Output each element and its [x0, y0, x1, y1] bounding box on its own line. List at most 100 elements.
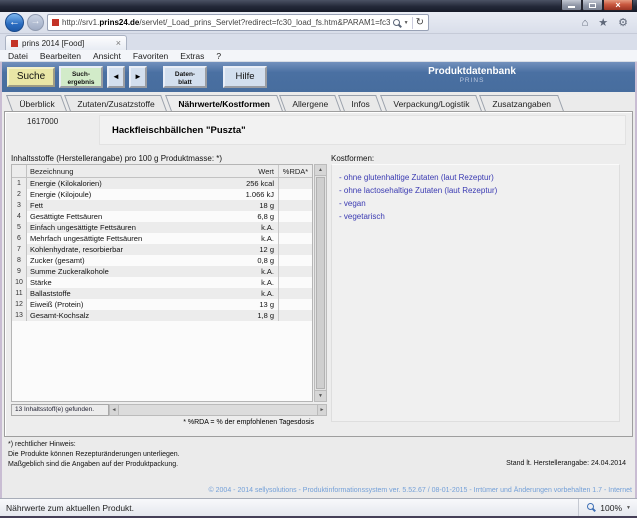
next-icon: ► — [134, 72, 142, 81]
product-name: Hackfleischbällchen "Puszta" — [100, 116, 625, 136]
tab-zutaten-zusatzstoffe[interactable]: Zutaten/Zusatzstoffe — [65, 95, 168, 111]
table-row[interactable]: 10Stärkek.A. — [12, 277, 312, 288]
table-row[interactable]: 12Eiweiß (Protein)13 g — [12, 299, 312, 310]
app-title: Produktdatenbank — [342, 66, 602, 77]
nutrition-heading: Inhaltsstoffe (Herstellerangabe) pro 100… — [11, 154, 222, 163]
copyright-line: © 2004 - 2014 sellysolutions - Produktin… — [209, 487, 632, 494]
menu-hilfe[interactable]: ? — [212, 51, 229, 61]
next-record-button[interactable]: ► — [129, 66, 147, 88]
scroll-left-icon[interactable]: ◄ — [109, 404, 119, 416]
tab-allergene[interactable]: Allergene — [280, 95, 342, 111]
legal-line-2: Die Produkte können Rezepturänderungen u… — [8, 450, 180, 460]
table-status: 13 Inhaltsstoff(e) gefunden. — [11, 404, 109, 416]
scrollbar-track[interactable] — [119, 404, 317, 416]
zoom-control[interactable]: 100% ▼ — [578, 499, 631, 516]
kostformen-heading: Kostformen: — [331, 154, 374, 163]
app-title-block: Produktdatenbank PRINS — [342, 66, 602, 84]
tab-naehrwerte-kostformen[interactable]: Nährwerte/Kostformen — [165, 95, 282, 111]
tab-zusatzangaben[interactable]: Zusatzangaben — [479, 95, 563, 111]
tab-verpackung-logistik[interactable]: Verpackung/Logistik — [380, 95, 482, 111]
zoom-magnifier-icon — [587, 503, 596, 512]
refresh-icon[interactable]: ↻ — [416, 18, 424, 28]
site-favicon-icon — [52, 19, 59, 26]
back-icon: ← — [9, 16, 20, 28]
table-row[interactable]: 7Kohlenhydrate, resorbierbar12 g — [12, 244, 312, 255]
browser-nav-bar: ← → http://srv1.prins24.de/servlet/_Load… — [0, 12, 637, 34]
tab-favicon-icon — [11, 40, 18, 47]
kostform-link[interactable]: - vegetarisch — [339, 210, 619, 223]
forward-button[interactable]: → — [27, 14, 44, 31]
product-title-box: Hackfleischbällchen "Puszta" — [99, 115, 626, 145]
url-text: http://srv1.prins24.de/servlet/_Load_pri… — [62, 18, 390, 27]
datenblatt-button[interactable]: Daten- blatt — [163, 66, 207, 88]
minimize-icon — [568, 6, 575, 8]
kostformen-box: - ohne glutenhaltige Zutaten (laut Rezep… — [331, 164, 620, 422]
suchergebnis-button[interactable]: Such- ergebnis — [59, 66, 103, 88]
menu-extras[interactable]: Extras — [176, 51, 212, 61]
tab-title: prins 2014 [Food] — [22, 39, 84, 48]
column-rda: %RDA* — [278, 165, 312, 177]
nutrition-table: Bezeichnung Wert %RDA* 1Energie (Kilokal… — [11, 164, 313, 402]
kostform-link[interactable]: - ohne glutenhaltige Zutaten (laut Rezep… — [339, 171, 619, 184]
table-horizontal-scrollbar: 13 Inhaltsstoff(e) gefunden. ◄ ► — [11, 404, 327, 416]
table-row[interactable]: 6Mehrfach ungesättigte Fettsäurenk.A. — [12, 233, 312, 244]
status-text: Nährwerte zum aktuellen Produkt. — [6, 503, 134, 513]
maximize-icon — [589, 3, 596, 8]
table-vertical-scrollbar[interactable]: ▲ ▼ — [314, 164, 327, 402]
rda-footnote: * %RDA = % der empfohlenen Tagesdosis — [11, 419, 314, 426]
column-bezeichnung: Bezeichnung — [27, 167, 216, 176]
legal-note: *) rechtlicher Hinweis: Die Produkte kön… — [8, 440, 180, 470]
table-row[interactable]: 8Zucker (gesamt)0,8 g — [12, 255, 312, 266]
browser-tab-bar: prins 2014 [Food] × — [0, 34, 637, 50]
zoom-caret-icon[interactable]: ▼ — [626, 505, 631, 511]
table-header: Bezeichnung Wert %RDA* — [12, 165, 312, 178]
menu-bearbeiten[interactable]: Bearbeiten — [36, 51, 89, 61]
table-row[interactable]: 1Energie (Kilokalorien)256 kcal — [12, 178, 312, 189]
window-controls: × — [561, 0, 633, 11]
menu-favoriten[interactable]: Favoriten — [129, 51, 176, 61]
back-button[interactable]: ← — [5, 13, 24, 32]
table-row[interactable]: 3Fett18 g — [12, 200, 312, 211]
settings-gear-icon[interactable]: ⚙ — [618, 16, 628, 29]
scroll-down-icon[interactable]: ▼ — [315, 390, 326, 401]
hilfe-button[interactable]: Hilfe — [223, 66, 267, 88]
kostform-link[interactable]: - ohne lactosehaltige Zutaten (laut Reze… — [339, 184, 619, 197]
browser-action-icons: ⌂ ★ ⚙ — [582, 16, 632, 29]
search-icon[interactable] — [393, 19, 401, 27]
address-bar[interactable]: http://srv1.prins24.de/servlet/_Load_pri… — [47, 14, 429, 31]
prev-icon: ◄ — [112, 72, 120, 81]
table-row[interactable]: 9Summe Zuckeralkoholek.A. — [12, 266, 312, 277]
app-tabs: Überblick Zutaten/Zusatzstoffe Nährwerte… — [9, 95, 563, 112]
search-caret-icon[interactable]: ▼ — [404, 20, 409, 26]
browser-status-bar: Nährwerte zum aktuellen Produkt. 100% ▼ — [0, 498, 637, 516]
menu-datei[interactable]: Datei — [4, 51, 36, 61]
app-subtitle: PRINS — [342, 77, 602, 84]
scrollbar-thumb[interactable] — [316, 177, 325, 389]
tab-close-icon[interactable]: × — [116, 39, 121, 48]
scroll-up-icon[interactable]: ▲ — [315, 165, 326, 176]
window-minimize-button[interactable] — [561, 0, 582, 11]
legal-line-3: Maßgeblich sind die Angaben auf der Prod… — [8, 460, 180, 470]
window-close-button[interactable]: × — [603, 0, 633, 11]
legal-line-1: *) rechtlicher Hinweis: — [8, 440, 180, 450]
suche-button[interactable]: Suche — [7, 67, 55, 87]
scroll-right-icon[interactable]: ► — [317, 404, 327, 416]
table-row[interactable]: 11Ballaststoffek.A. — [12, 288, 312, 299]
menu-ansicht[interactable]: Ansicht — [89, 51, 129, 61]
tab-infos[interactable]: Infos — [338, 95, 382, 111]
tab-ueberblick[interactable]: Überblick — [6, 95, 67, 111]
home-icon[interactable]: ⌂ — [582, 17, 589, 29]
favorites-star-icon[interactable]: ★ — [598, 16, 608, 29]
table-row[interactable]: 4Gesättigte Fettsäuren6,8 g — [12, 211, 312, 222]
window-maximize-button[interactable] — [582, 0, 603, 11]
table-row[interactable]: 5Einfach ungesättigte Fettsäurenk.A. — [12, 222, 312, 233]
table-row[interactable]: 13Gesamt-Kochsalz1,8 g — [12, 310, 312, 321]
table-row[interactable]: 2Energie (Kilojoule)1.066 kJ — [12, 189, 312, 200]
stand-date: Stand lt. Herstellerangabe: 24.04.2014 — [506, 460, 626, 467]
kostform-link[interactable]: - vegan — [339, 197, 619, 210]
previous-record-button[interactable]: ◄ — [107, 66, 125, 88]
content-panel: 1617000 Hackfleischbällchen "Puszta" Inh… — [4, 111, 633, 437]
window-title-bar: × — [0, 0, 637, 12]
app-toolbar: Suche Such- ergebnis ◄ ► Daten- blatt Hi… — [2, 62, 635, 92]
browser-tab[interactable]: prins 2014 [Food] × — [5, 35, 127, 50]
